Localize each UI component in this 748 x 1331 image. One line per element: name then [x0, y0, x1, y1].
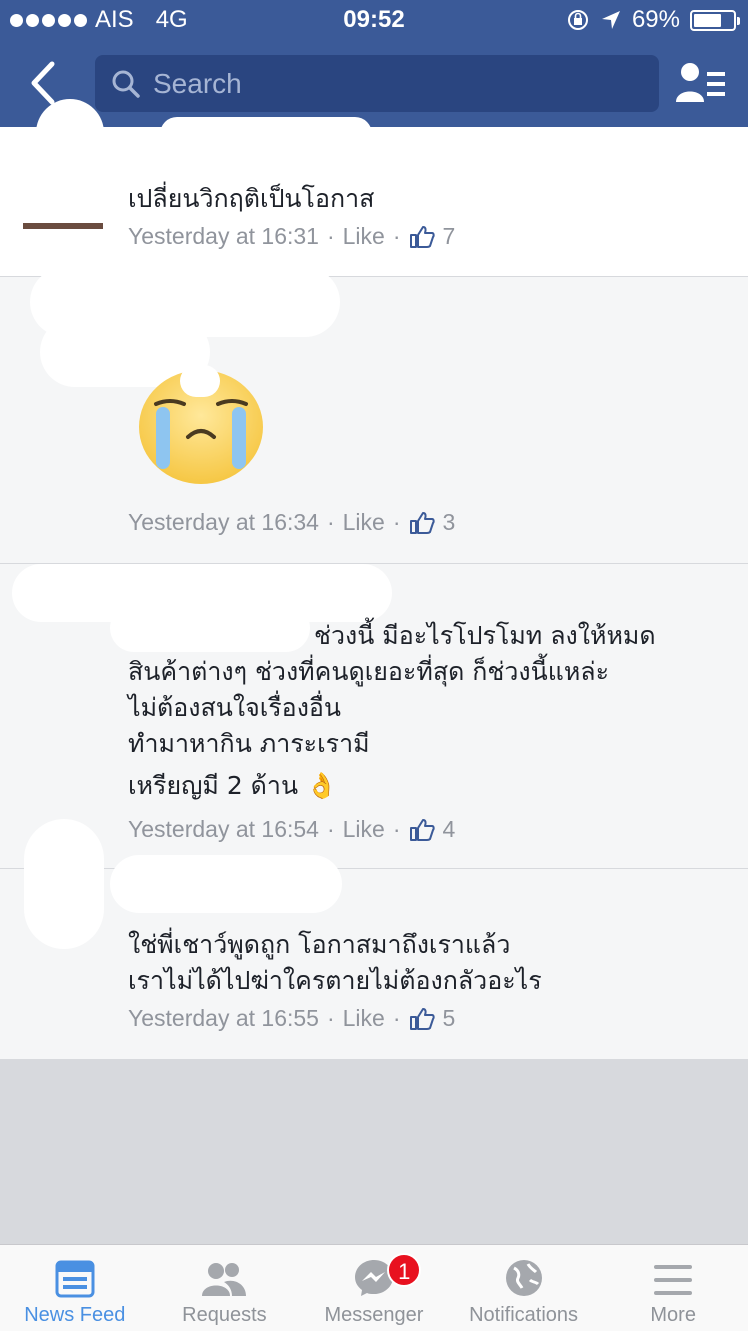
- comment-line: ไม่ต้องสนใจเรื่องอื่น: [128, 693, 342, 722]
- redacted-area: [24, 819, 104, 949]
- like-link[interactable]: Like: [343, 223, 385, 250]
- comment-line: เราไม่ได้ไปฆ่าใครตายไม่ต้องกลัวอะไร: [128, 966, 542, 995]
- menu-icon: [654, 1265, 693, 1295]
- battery-percent: 69%: [631, 6, 680, 33]
- notification-badge: 1: [387, 1253, 422, 1287]
- comment-item: เปลี่ยนวิกฤติเป็นโอกาส Yesterday at 16:3…: [0, 99, 748, 277]
- tab-label: Notifications: [469, 1304, 579, 1326]
- search-icon: [112, 70, 140, 98]
- redacted-area: [110, 855, 342, 913]
- comment-meta: Yesterday at 16:55 · Like · 5: [128, 1005, 456, 1032]
- tab-notifications[interactable]: Notifications: [449, 1245, 599, 1331]
- tab-label: Requests: [182, 1304, 267, 1326]
- tab-messenger[interactable]: 1 Messenger: [299, 1245, 449, 1331]
- comment-text: ใช่พี่เชาว์พูดถูก โอกาสมาถึงเราแล้ว เราไ…: [128, 927, 542, 999]
- like-link[interactable]: Like: [343, 509, 385, 536]
- comment-meta: Yesterday at 16:34 · Like · 3: [128, 509, 456, 536]
- redacted-area: [160, 117, 372, 151]
- friends-icon: [202, 1263, 247, 1296]
- tab-requests[interactable]: Requests: [150, 1245, 300, 1331]
- comment-item: ช่วงนี้ มีอะไรโปรโมท ลงให้หมด สินค้าต่าง…: [0, 564, 748, 869]
- battery-icon: [690, 9, 740, 31]
- tab-more[interactable]: More: [598, 1245, 748, 1331]
- search-bar[interactable]: [95, 55, 659, 112]
- comment-meta: Yesterday at 16:31 · Like · 7: [128, 223, 456, 250]
- thumbs-up-icon: [409, 1007, 435, 1030]
- like-count: 7: [442, 223, 456, 249]
- comment-text: เปลี่ยนวิกฤติเป็นโอกาส: [128, 184, 375, 213]
- tab-bar: News Feed Requests 1 Messenger Notificat…: [0, 1244, 748, 1331]
- like-link[interactable]: Like: [343, 1005, 385, 1032]
- thumbs-up-icon: [409, 225, 435, 248]
- comment-timestamp: Yesterday at 16:31: [128, 223, 319, 249]
- like-count: 3: [442, 509, 456, 535]
- comment-timestamp: Yesterday at 16:55: [128, 1005, 319, 1031]
- like-count: 4: [442, 816, 456, 842]
- comment-text: ช่วงนี้ มีอะไรโปรโมท ลงให้หมด สินค้าต่าง…: [128, 618, 656, 804]
- thumbs-up-icon: [409, 511, 435, 534]
- comment-line: สินค้าต่างๆ ช่วงที่คนดูเยอะที่สุด ก็ช่วง…: [128, 657, 610, 686]
- comment-meta: Yesterday at 16:54 · Like · 4: [128, 816, 456, 843]
- friends-list-icon: [676, 63, 725, 102]
- tab-label: News Feed: [24, 1304, 126, 1326]
- redacted-area: [180, 365, 220, 397]
- tab-label: Messenger: [324, 1304, 424, 1326]
- friends-list-button[interactable]: [676, 60, 726, 106]
- status-bar: AIS 4G 09:52 69%: [0, 0, 748, 40]
- comment-item: Yesterday at 16:34 · Like · 3: [0, 267, 748, 564]
- thumbs-up-icon: [409, 818, 435, 841]
- top-bar: AIS 4G 09:52 69%: [0, 0, 748, 127]
- location-arrow-icon: [601, 11, 620, 29]
- comment-item: ใช่พี่เชาว์พูดถูก โอกาสมาถึงเราแล้ว เราไ…: [0, 819, 748, 1059]
- comment-line: เหรียญมี 2 ด้าน 👌: [128, 771, 338, 800]
- orientation-lock-icon: [567, 10, 588, 30]
- tab-label: More: [650, 1304, 696, 1326]
- like-link[interactable]: Like: [343, 816, 385, 843]
- tab-news-feed[interactable]: News Feed: [0, 1245, 150, 1331]
- like-count: 5: [442, 1005, 456, 1031]
- redacted-area: [36, 99, 104, 169]
- comment-line: ทำมาหากิน ภาระเรามี: [128, 729, 370, 758]
- comment-line: ช่วงนี้ มีอะไรโปรโมท ลงให้หมด: [314, 621, 656, 650]
- search-input[interactable]: [153, 67, 633, 100]
- comment-timestamp: Yesterday at 16:54: [128, 816, 319, 842]
- globe-icon: [505, 1260, 542, 1296]
- comment-timestamp: Yesterday at 16:34: [128, 509, 319, 535]
- news-feed-icon: [55, 1260, 95, 1298]
- comment-line: ใช่พี่เชาว์พูดถูก โอกาสมาถึงเราแล้ว: [128, 930, 511, 959]
